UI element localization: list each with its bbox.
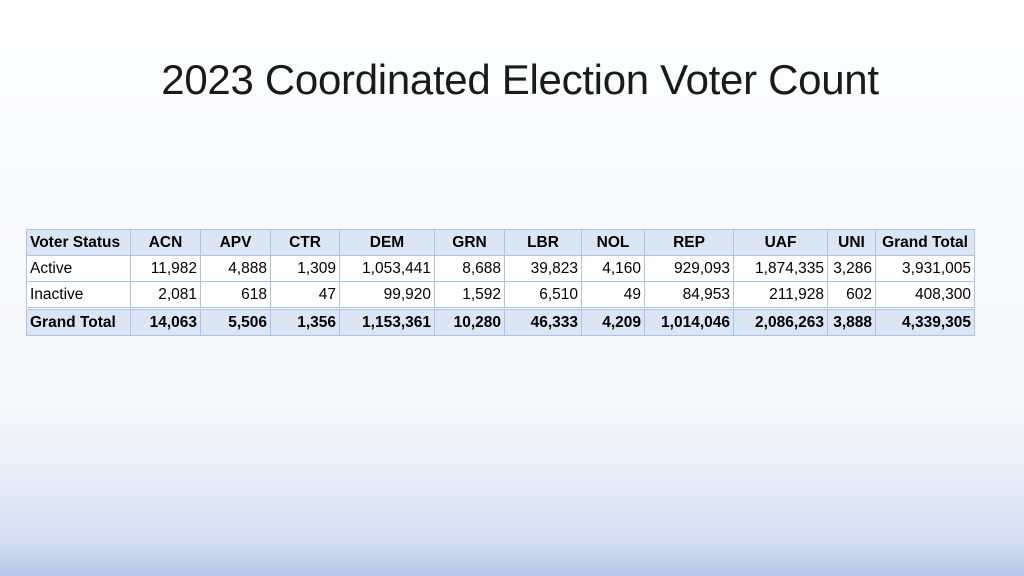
- cell-lbr: 6,510: [504, 281, 582, 309]
- cell-rep: 1,014,046: [644, 307, 734, 336]
- column-header-ctr: CTR: [270, 229, 340, 256]
- column-header-rep: REP: [644, 229, 734, 256]
- cell-apv: 5,506: [200, 307, 271, 336]
- cell-uni: 602: [827, 281, 876, 309]
- cell-apv: 4,888: [200, 255, 271, 282]
- table-row-active: Active 11,982 4,888 1,309 1,053,441 8,68…: [26, 255, 975, 282]
- table-header-row: Voter Status ACN APV CTR DEM GRN LBR NOL…: [26, 229, 975, 256]
- cell-grn: 10,280: [434, 307, 505, 336]
- table-row-grand-total: Grand Total 14,063 5,506 1,356 1,153,361…: [26, 307, 975, 336]
- cell-nol: 4,209: [581, 307, 645, 336]
- cell-nol: 4,160: [581, 255, 645, 282]
- column-header-uni: UNI: [827, 229, 876, 256]
- cell-uni: 3,286: [827, 255, 876, 282]
- column-header-dem: DEM: [339, 229, 435, 256]
- cell-dem: 1,153,361: [339, 307, 435, 336]
- row-label: Inactive: [26, 281, 131, 309]
- cell-nol: 49: [581, 281, 645, 309]
- cell-uaf: 211,928: [733, 281, 828, 309]
- slide-title: 2023 Coordinated Election Voter Count: [161, 56, 879, 103]
- cell-rep: 929,093: [644, 255, 734, 282]
- cell-ctr: 47: [270, 281, 340, 309]
- row-label: Grand Total: [26, 307, 131, 336]
- cell-uaf: 1,874,335: [733, 255, 828, 282]
- table-row-inactive: Inactive 2,081 618 47 99,920 1,592 6,510…: [26, 281, 975, 309]
- cell-acn: 14,063: [130, 307, 201, 336]
- cell-grand-total: 408,300: [875, 281, 975, 309]
- column-header-lbr: LBR: [504, 229, 582, 256]
- cell-ctr: 1,309: [270, 255, 340, 282]
- column-header-grn: GRN: [434, 229, 505, 256]
- cell-lbr: 46,333: [504, 307, 582, 336]
- cell-grn: 8,688: [434, 255, 505, 282]
- row-label: Active: [26, 255, 131, 282]
- cell-grand-total: 3,931,005: [875, 255, 975, 282]
- column-header-uaf: UAF: [733, 229, 828, 256]
- column-header-grand-total: Grand Total: [875, 229, 975, 256]
- cell-dem: 99,920: [339, 281, 435, 309]
- cell-acn: 2,081: [130, 281, 201, 309]
- column-header-acn: ACN: [130, 229, 201, 256]
- cell-uaf: 2,086,263: [733, 307, 828, 336]
- cell-grand-total: 4,339,305: [875, 307, 975, 336]
- cell-rep: 84,953: [644, 281, 734, 309]
- column-header-voter-status: Voter Status: [26, 229, 131, 256]
- cell-uni: 3,888: [827, 307, 876, 336]
- cell-dem: 1,053,441: [339, 255, 435, 282]
- column-header-apv: APV: [200, 229, 271, 256]
- cell-acn: 11,982: [130, 255, 201, 282]
- voter-count-table: Voter Status ACN APV CTR DEM GRN LBR NOL…: [26, 229, 975, 336]
- cell-apv: 618: [200, 281, 271, 309]
- cell-grn: 1,592: [434, 281, 505, 309]
- cell-lbr: 39,823: [504, 255, 582, 282]
- column-header-nol: NOL: [581, 229, 645, 256]
- cell-ctr: 1,356: [270, 307, 340, 336]
